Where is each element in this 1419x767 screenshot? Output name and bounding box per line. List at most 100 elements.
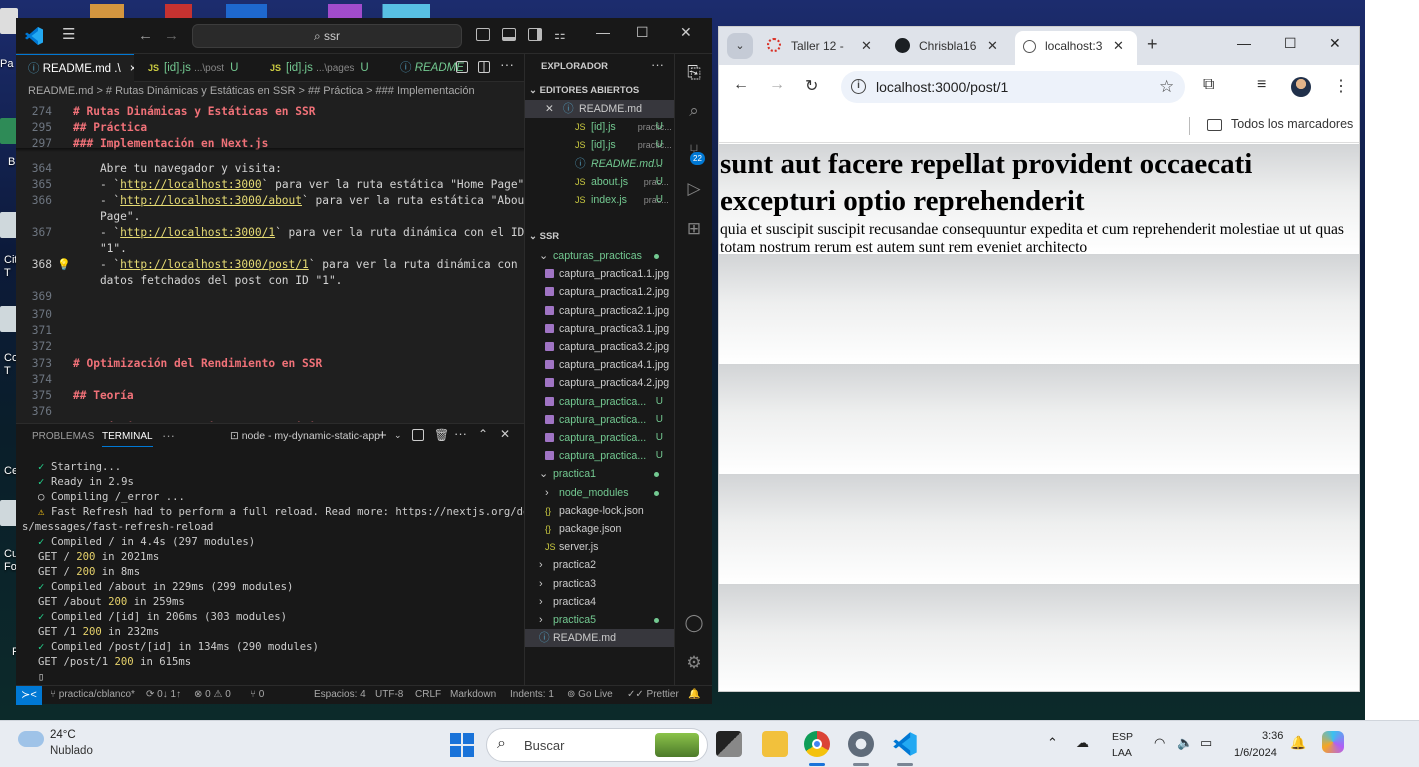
customize-layout-icon[interactable]: ⚏ <box>554 27 566 43</box>
close-editor-icon[interactable]: ✕ <box>545 100 554 118</box>
inline-link[interactable]: http://localhost:3000/1 <box>120 226 275 239</box>
maximize-panel-icon[interactable]: ⌃ <box>478 427 488 441</box>
new-tab-button[interactable]: + <box>1147 34 1158 55</box>
windows-start-icon[interactable] <box>450 733 474 757</box>
code-line[interactable]: 373 # Optimización del Rendimiento en SSR <box>16 356 524 372</box>
panel-more-actions-icon[interactable]: ··· <box>454 426 467 441</box>
code-line[interactable]: 367 - `http://localhost:3000/1` para ver… <box>16 225 524 241</box>
command-center-search[interactable]: ⌕ ssr <box>192 24 462 48</box>
git-branch[interactable]: ⑂ practica/cblanco* <box>50 686 135 704</box>
clock-date[interactable]: 1/6/2024 <box>1234 747 1277 759</box>
panel-more[interactable]: ··· <box>162 428 175 443</box>
code-line[interactable]: 376 <box>16 404 524 420</box>
tab-terminal[interactable]: TERMINAL <box>102 431 153 447</box>
open-editor-item[interactable]: JS [id].js practic... U <box>525 118 674 136</box>
media-control-icon[interactable]: ≡ <box>1257 76 1266 94</box>
bookmark-star-icon[interactable]: ☆ <box>1159 71 1174 103</box>
maximize-button[interactable]: ☐ <box>636 24 649 41</box>
code-line[interactable]: 366 - `http://localhost:3000/about` para… <box>16 193 524 209</box>
chevron-up-icon[interactable]: ⌃ <box>1047 735 1058 751</box>
folder-item[interactable]: › practica3 <box>525 575 674 593</box>
terminal-output[interactable]: ✓ Starting... ✓ Ready in 2.9s ○ Compiling /_e… <box>22 460 536 685</box>
toggle-panel-icon[interactable] <box>502 28 516 41</box>
battery-icon[interactable]: ▭ <box>1200 735 1212 751</box>
file-item[interactable]: captura_practica... U <box>525 429 674 447</box>
new-terminal-icon[interactable]: + <box>378 427 387 444</box>
lightbulb-icon[interactable]: 💡 <box>57 257 71 273</box>
tab-id-post[interactable]: JS [id].js ...\post U <box>136 54 254 82</box>
tab-readme[interactable]: ⓘ README.md .\ × <box>16 54 134 82</box>
reload-icon[interactable]: ↻ <box>805 76 818 96</box>
file-item[interactable]: captura_practica3.2.jpg <box>525 338 674 356</box>
file-item[interactable]: JS server.js <box>525 538 674 556</box>
code-line[interactable]: Page". <box>16 209 524 225</box>
tab-close-icon[interactable]: ✕ <box>987 35 998 57</box>
file-item[interactable]: captura_practica3.1.jpg <box>525 320 674 338</box>
site-info-icon[interactable]: i <box>851 79 866 94</box>
file-item[interactable]: captura_practica... U <box>525 447 674 465</box>
split-editor-icon[interactable] <box>478 61 490 73</box>
split-terminal-icon[interactable] <box>412 429 424 441</box>
account-icon[interactable]: ◯ <box>683 612 705 634</box>
folder-item[interactable]: ⌄ capturas_practicas <box>525 247 674 265</box>
code-line[interactable]: 274 # Rutas Dinámicas y Estáticas en SSR <box>16 104 524 120</box>
open-editors-header[interactable]: ⌄ EDITORES ABIERTOS <box>529 82 639 100</box>
tab-problems[interactable]: PROBLEMAS <box>32 431 94 442</box>
code-line[interactable]: 371 <box>16 323 524 339</box>
wifi-icon[interactable]: ◠ <box>1154 735 1165 751</box>
folder-item[interactable]: › node_modules <box>525 484 674 502</box>
code-line[interactable]: datos fetchados del post con ID "1". <box>16 273 524 289</box>
cloud-icon[interactable] <box>18 731 44 747</box>
taskbar-search[interactable]: ⌕ Buscar <box>486 728 708 762</box>
menu-icon[interactable]: ☰ <box>62 27 78 42</box>
search-icon[interactable]: ⌕ <box>683 100 705 122</box>
file-item[interactable]: {} package.json <box>525 520 674 538</box>
settings-gear-icon[interactable]: ⚙ <box>683 652 705 674</box>
forward-arrow-icon[interactable]: → <box>164 27 179 44</box>
onedrive-cloud-icon[interactable]: ☁ <box>1076 735 1089 751</box>
breadcrumb[interactable]: README.md > # Rutas Dinámicas y Estática… <box>16 82 524 100</box>
file-item[interactable]: captura_practica... U <box>525 411 674 429</box>
all-bookmarks-button[interactable]: Todos los marcadores <box>1231 117 1353 131</box>
file-item[interactable]: captura_practica4.1.jpg <box>525 356 674 374</box>
remote-indicator-icon[interactable]: ≻< <box>16 686 42 705</box>
settings-gear-icon[interactable] <box>848 731 874 757</box>
tab-taller[interactable]: Taller 12 - ✕ <box>765 35 885 65</box>
folder-item[interactable]: › practica2 <box>525 556 674 574</box>
go-live-button[interactable]: ⊚ Go Live <box>567 686 613 704</box>
minimize-button[interactable]: — <box>1237 35 1251 51</box>
file-item[interactable]: captura_practica2.1.jpg <box>525 302 674 320</box>
tab-close-icon[interactable]: ✕ <box>1113 31 1124 61</box>
code-line[interactable]: "1". <box>16 241 524 257</box>
terminal-selector[interactable]: ⊡ node - my-dynamic-static-app <box>230 430 380 442</box>
volume-icon[interactable]: 🔈 <box>1177 735 1193 751</box>
open-preview-icon[interactable] <box>456 61 468 73</box>
maximize-button[interactable]: ☐ <box>1284 35 1297 52</box>
git-sync[interactable]: ⟳ 0↓ 1↑ <box>146 686 181 704</box>
tab-close-icon[interactable]: × <box>130 63 134 75</box>
notifications-bell-icon[interactable]: 🔔 <box>688 686 700 704</box>
file-item[interactable]: captura_practica1.2.jpg <box>525 283 674 301</box>
code-line[interactable]: 372 <box>16 339 524 355</box>
extensions-icon[interactable]: ⊞ <box>683 218 705 240</box>
extensions-puzzle-icon[interactable]: ⧉ <box>1203 76 1214 94</box>
code-line[interactable]: 368 - `http://localhost:3000/post/1` par… <box>16 257 524 273</box>
file-item[interactable]: ⓘ README.md <box>525 629 674 648</box>
back-arrow-icon[interactable]: ← <box>138 27 153 44</box>
indentation-status[interactable]: Espacios: 4 <box>314 686 366 704</box>
chrome-menu-icon[interactable]: ⋮ <box>1333 76 1349 96</box>
back-arrow-icon[interactable]: ← <box>733 76 749 94</box>
explorer-icon[interactable]: ⎘ <box>683 62 705 84</box>
explorer-more-icon[interactable]: ··· <box>651 57 664 72</box>
inline-link[interactable]: http://localhost:3000/about <box>120 194 302 207</box>
code-editor[interactable]: 274 # Rutas Dinámicas y Estáticas en SSR 2… <box>16 100 524 422</box>
close-button[interactable]: ✕ <box>680 24 692 41</box>
code-line[interactable]: 295 ## Práctica <box>16 120 524 136</box>
clock-time[interactable]: 3:36 <box>1262 730 1283 742</box>
tab-localhost[interactable]: localhost:3 ✕ <box>1015 31 1137 65</box>
weather-description[interactable]: Nublado <box>50 745 93 757</box>
open-editor-item[interactable]: JS index.js prac... U <box>525 191 674 209</box>
open-editor-item[interactable]: JS about.js prac... U <box>525 173 674 191</box>
folder-item[interactable]: ⌄ practica1 <box>525 465 674 483</box>
more-actions-icon[interactable]: ··· <box>500 56 514 72</box>
